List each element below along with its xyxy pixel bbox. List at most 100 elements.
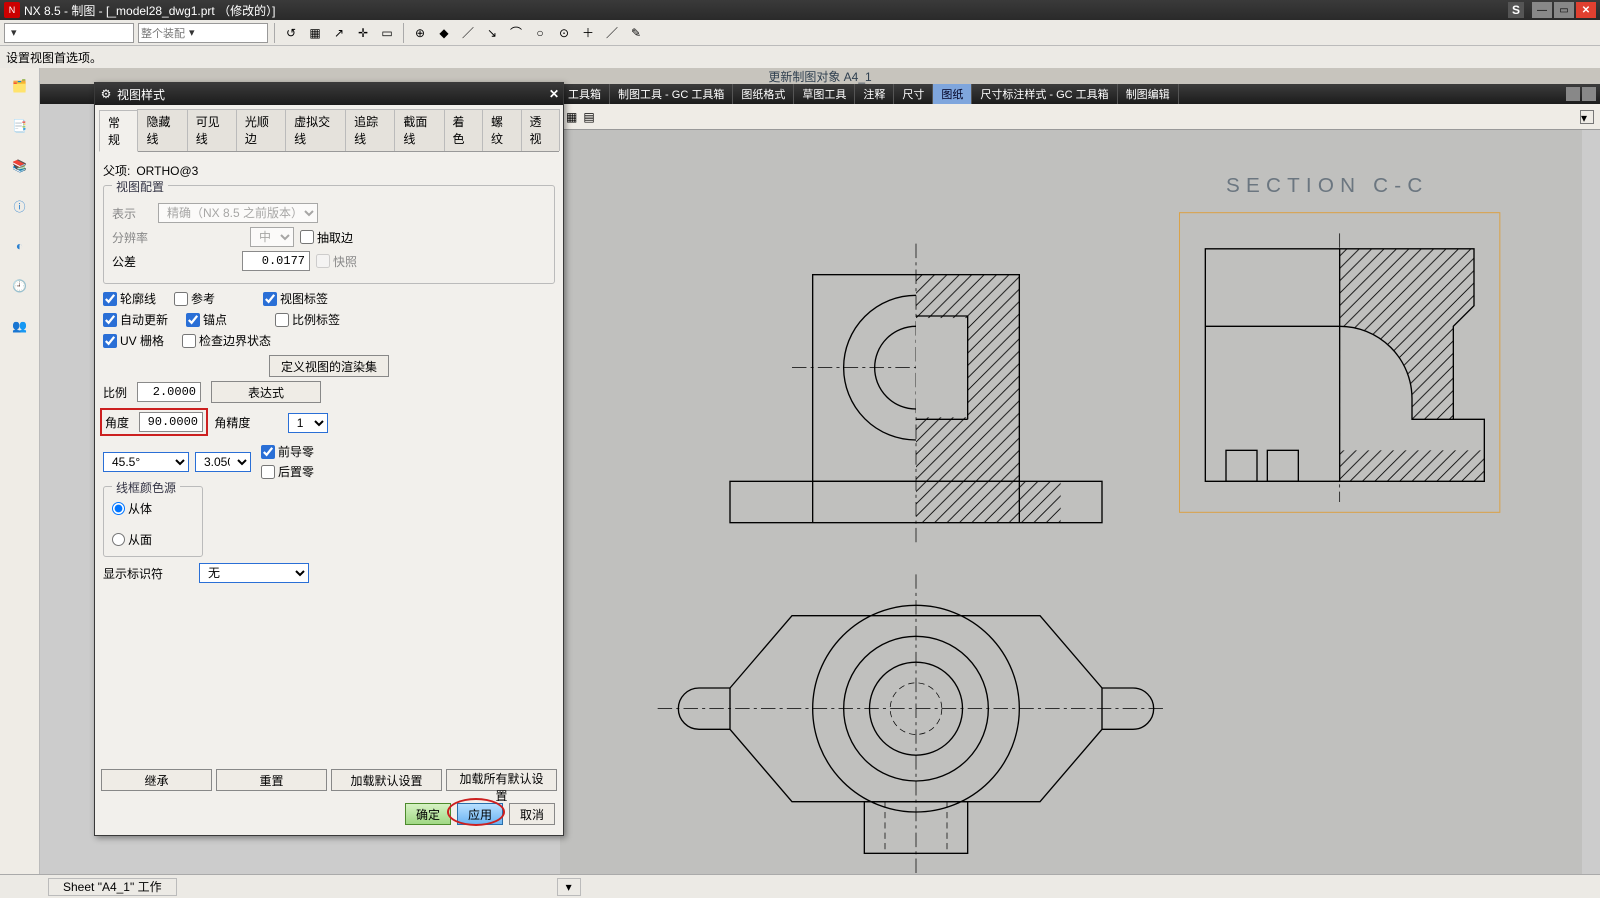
nav-icon[interactable]: 📑 (6, 112, 34, 140)
parent-value: ORTHO@3 (136, 164, 198, 178)
status-dropdown-icon[interactable]: ▾ (557, 878, 581, 896)
dialog-tab[interactable]: 光顺边 (236, 109, 286, 151)
angle-format-combo[interactable]: 45.5° (103, 452, 189, 472)
dialog-tab[interactable]: 隐藏线 (137, 109, 187, 151)
tool-icon[interactable]: ▭ (377, 23, 397, 43)
gear-icon: ⚙ (99, 87, 113, 101)
angle-decimal-combo[interactable]: 3.050 (195, 452, 251, 472)
angle-precision-combo[interactable]: 1 (288, 413, 328, 433)
tool-icon[interactable]: ⌒ (506, 23, 526, 43)
uv-grid-check[interactable] (103, 334, 117, 348)
ribbon-tab[interactable]: 草图工具 (794, 84, 855, 104)
anchor-check[interactable] (186, 313, 200, 327)
ok-button[interactable]: 确定 (405, 803, 451, 825)
ribbon-tab[interactable]: 图纸格式 (733, 84, 794, 104)
tool-icon[interactable]: ✛ (353, 23, 373, 43)
inherit-button[interactable]: 继承 (101, 769, 212, 791)
scale-input[interactable] (137, 382, 201, 402)
tool-icon[interactable]: ✎ (626, 23, 646, 43)
tolerance-input[interactable] (242, 251, 310, 271)
toolbar-overflow-icon[interactable]: ▾ (1580, 110, 1594, 124)
roles-icon[interactable]: 👥 (6, 312, 34, 340)
auto-update-check[interactable] (103, 313, 117, 327)
nav-icon[interactable]: ◐ (6, 232, 34, 260)
assembly-combo[interactable]: 整个装配▾ (138, 23, 268, 43)
view-config-group: 视图配置 表示 精确（NX 8.5 之前版本） 分辨率 中 抽取边 (103, 185, 555, 284)
status-bar: Sheet "A4_1" 工作 ▾ (0, 874, 1600, 898)
app-icon: N (4, 2, 20, 18)
tool-icon[interactable]: ↘ (482, 23, 502, 43)
dialog-tab[interactable]: 虚拟交线 (285, 109, 346, 151)
dialog-close-icon[interactable]: ✕ (549, 87, 559, 101)
resource-bar: 🗂️ 📑 📚 ⓘ ◐ 🕘 👥 (0, 68, 40, 874)
dialog-tab[interactable]: 着色 (444, 109, 483, 151)
angle-input[interactable] (139, 412, 203, 432)
dialog-tab[interactable]: 常规 (99, 110, 138, 152)
app-title: NX 8.5 - 制图 - [_model28_dwg1.prt （修改的）] (24, 2, 1508, 19)
nav-icon[interactable]: ⓘ (6, 192, 34, 220)
dialog-tab[interactable]: 螺纹 (482, 109, 521, 151)
dialog-tab[interactable]: 可见线 (187, 109, 237, 151)
maximize-button[interactable]: ▭ (1554, 2, 1574, 18)
ribbon-tab[interactable]: 尺寸标注样式 - GC 工具箱 (972, 84, 1117, 104)
ribbon-tab[interactable]: 工具箱 (560, 84, 610, 104)
apply-button[interactable]: 应用 (457, 803, 503, 825)
outline-check[interactable] (103, 292, 117, 306)
show-marker-combo[interactable]: 无 (199, 563, 309, 583)
tool-icon[interactable]: ＋ (578, 23, 598, 43)
ribbon-tab[interactable]: 注释 (855, 84, 894, 104)
tool-icon[interactable]: ⊕ (410, 23, 430, 43)
ribbon-close-icon[interactable] (1582, 87, 1596, 101)
ribbon-collapse-icon[interactable] (1566, 87, 1580, 101)
tool-icon[interactable]: ⊙ (554, 23, 574, 43)
minimize-button[interactable]: — (1532, 2, 1552, 18)
tool-icon[interactable]: ／ (458, 23, 478, 43)
center-host: 更新制图对象 A4_1 工具箱 制图工具 - GC 工具箱 图纸格式 草图工具 … (40, 68, 1600, 874)
ribbon-tab-active[interactable]: 图纸 (933, 84, 972, 104)
scale-label-check[interactable] (275, 313, 289, 327)
extract-edge-check[interactable] (300, 230, 314, 244)
prompt-message: 设置视图首选项。 (0, 46, 1600, 70)
resolution-combo: 中 (250, 227, 294, 247)
load-defaults-button[interactable]: 加载默认设置 (331, 769, 442, 791)
tool-icon[interactable]: ▦ (305, 23, 325, 43)
dialog-tab[interactable]: 截面线 (394, 109, 444, 151)
dialog-tab[interactable]: 透视 (521, 109, 560, 151)
status-indicator: S (1508, 2, 1524, 18)
reset-button[interactable]: 重置 (216, 769, 327, 791)
tool-icon[interactable]: ↺ (281, 23, 301, 43)
ribbon-tab[interactable]: 尺寸 (894, 84, 933, 104)
trailing-zero-check[interactable] (261, 465, 275, 479)
tool-icon[interactable]: ↗ (329, 23, 349, 43)
nav-icon[interactable]: 📚 (6, 152, 34, 180)
from-body-radio[interactable] (112, 502, 125, 515)
view-label-check[interactable] (263, 292, 277, 306)
boundary-check[interactable] (182, 334, 196, 348)
sheet-icon[interactable]: ▦ (566, 110, 577, 124)
sheet-icon[interactable]: ▤ (583, 110, 594, 124)
tool-icon[interactable]: ／ (602, 23, 622, 43)
view-style-dialog: ⚙ 视图样式 ✕ 常规 隐藏线 可见线 光顺边 虚拟交线 追踪线 截面线 着色 … (94, 82, 564, 836)
reference-check[interactable] (174, 292, 188, 306)
sheet-status[interactable]: Sheet "A4_1" 工作 (48, 878, 177, 896)
drawing-canvas[interactable]: C SECTION C-C (560, 130, 1582, 874)
nav-icon[interactable]: 🗂️ (6, 72, 34, 100)
dialog-title-bar[interactable]: ⚙ 视图样式 ✕ (95, 83, 563, 105)
ribbon-tab[interactable]: 制图工具 - GC 工具箱 (610, 84, 733, 104)
dialog-tab[interactable]: 追踪线 (345, 109, 395, 151)
leading-zero-check[interactable] (261, 445, 275, 459)
expression-button[interactable]: 表达式 (211, 381, 321, 403)
tool-icon[interactable]: ◆ (434, 23, 454, 43)
dialog-footer-row-2: 确定 应用 取消 (99, 797, 559, 831)
section-title: SECTION C-C (1226, 174, 1428, 197)
history-icon[interactable]: 🕘 (6, 272, 34, 300)
tool-icon[interactable]: ○ (530, 23, 550, 43)
dialog-footer-row-1: 继承 重置 加载默认设置 加载所有默认设置 (99, 763, 559, 797)
close-button[interactable]: ✕ (1576, 2, 1596, 18)
from-face-radio[interactable] (112, 533, 125, 546)
load-all-defaults-button[interactable]: 加载所有默认设置 (446, 769, 557, 791)
cancel-button[interactable]: 取消 (509, 803, 555, 825)
ribbon-tab[interactable]: 制图编辑 (1118, 84, 1179, 104)
define-render-button[interactable]: 定义视图的渲染集 (269, 355, 389, 377)
filter-combo-1[interactable]: ▾ (4, 23, 134, 43)
